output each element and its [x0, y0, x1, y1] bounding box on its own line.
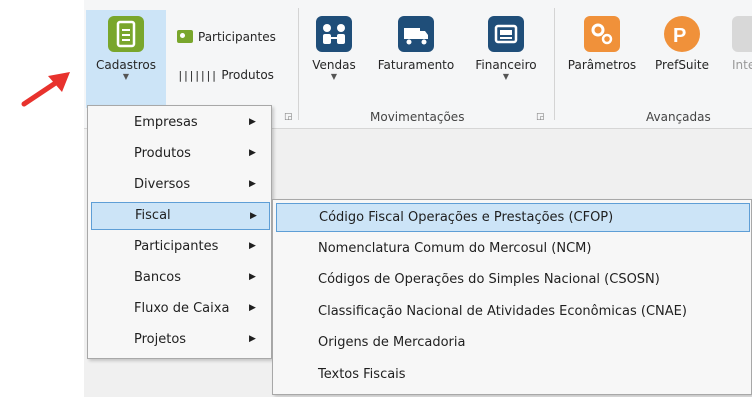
vendas-label: Vendas: [312, 58, 356, 72]
cash-register-icon: [488, 16, 524, 52]
menu-item-fluxo-de-caixa[interactable]: Fluxo de Caixa ▶: [91, 295, 268, 322]
integracao-button[interactable]: Inte: [724, 10, 752, 105]
chevron-down-icon: ▼: [502, 72, 510, 81]
parametros-label: Parâmetros: [567, 58, 637, 72]
submenu-item-label: Código Fiscal Operações e Prestações (CF…: [319, 210, 614, 225]
parametros-button[interactable]: Parâmetros: [562, 10, 642, 105]
menu-item-label: Fiscal: [135, 208, 171, 223]
submenu-item-ncm[interactable]: Nomenclatura Comum do Mercosul (NCM): [276, 235, 748, 263]
submenu-item-cnae[interactable]: Classificação Nacional de Atividades Eco…: [276, 298, 748, 326]
faturamento-button[interactable]: Faturamento: [370, 10, 462, 105]
menu-item-diversos[interactable]: Diversos ▶: [91, 171, 268, 198]
group-label-movimentacoes: Movimentações: [370, 110, 465, 124]
chevron-right-icon: ▶: [249, 179, 256, 189]
chevron-right-icon: ▶: [249, 117, 256, 127]
menu-item-bancos[interactable]: Bancos ▶: [91, 264, 268, 291]
people-exchange-icon: [316, 16, 352, 52]
dialog-launcher-icon[interactable]: ◲: [536, 112, 545, 122]
menu-item-label: Participantes: [134, 239, 219, 254]
chevron-right-icon: ▶: [249, 272, 256, 282]
financeiro-button[interactable]: Financeiro ▼: [468, 10, 544, 105]
menu-item-label: Bancos: [134, 270, 181, 285]
menu-item-fiscal[interactable]: Fiscal ▶: [91, 202, 270, 230]
submenu-item-cfop[interactable]: Código Fiscal Operações e Prestações (CF…: [276, 203, 750, 232]
menu-item-label: Projetos: [134, 332, 187, 347]
produtos-label: Produtos: [221, 68, 274, 82]
submenu-item-csosn[interactable]: Códigos de Operações do Simples Nacional…: [276, 266, 748, 294]
separator: [554, 8, 555, 120]
faturamento-label: Faturamento: [377, 58, 455, 72]
menu-item-label: Diversos: [134, 177, 191, 192]
prefsuite-button[interactable]: P PrefSuite: [647, 10, 717, 105]
submenu-item-label: Códigos de Operações do Simples Nacional…: [318, 272, 660, 287]
delivery-truck-icon: [398, 16, 434, 52]
contact-card-icon: [177, 30, 193, 43]
participantes-button[interactable]: Participantes: [177, 30, 276, 44]
cadastros-label: Cadastros: [96, 58, 156, 72]
barcode-icon: |||||||: [177, 69, 217, 82]
separator: [298, 8, 299, 120]
submenu-item-label: Textos Fiscais: [318, 367, 406, 382]
submenu-item-textos-fiscais[interactable]: Textos Fiscais: [276, 361, 748, 389]
menu-item-produtos[interactable]: Produtos ▶: [91, 140, 268, 167]
fiscal-submenu: Código Fiscal Operações e Prestações (CF…: [272, 199, 752, 395]
svg-text:P: P: [673, 25, 686, 47]
integracao-label: Inte: [732, 58, 752, 72]
menu-item-label: Empresas: [134, 115, 198, 130]
cadastros-menu: Empresas ▶ Produtos ▶ Diversos ▶ Fiscal ▶ Pa…: [87, 105, 272, 359]
cadastros-button[interactable]: Cadastros ▼: [86, 10, 166, 108]
chevron-right-icon: ▶: [249, 303, 256, 313]
menu-item-participantes[interactable]: Participantes ▶: [91, 233, 268, 260]
submenu-item-label: Origens de Mercadoria: [318, 335, 466, 350]
red-arrow-icon: [21, 72, 70, 107]
chevron-down-icon: ▼: [122, 72, 130, 81]
prefsuite-logo-icon: P: [664, 16, 700, 52]
menu-item-label: Produtos: [134, 146, 191, 161]
submenu-item-label: Classificação Nacional de Atividades Eco…: [318, 304, 687, 319]
vendas-button[interactable]: Vendas ▼: [306, 10, 362, 105]
participantes-label: Participantes: [198, 30, 276, 44]
menu-item-empresas[interactable]: Empresas ▶: [91, 109, 268, 136]
menu-item-projetos[interactable]: Projetos ▶: [91, 326, 268, 353]
chevron-right-icon: ▶: [250, 211, 257, 221]
chevron-right-icon: ▶: [249, 241, 256, 251]
settings-gears-icon: [584, 16, 620, 52]
group-label-avancadas: Avançadas: [646, 110, 711, 124]
prefsuite-label: PrefSuite: [655, 58, 709, 72]
menu-item-label: Fluxo de Caixa: [134, 301, 230, 316]
chevron-down-icon: ▼: [330, 72, 338, 81]
document-list-icon: [108, 16, 144, 52]
submenu-item-label: Nomenclatura Comum do Mercosul (NCM): [318, 241, 592, 256]
chevron-right-icon: ▶: [249, 334, 256, 344]
dialog-launcher-icon[interactable]: ◲: [284, 112, 293, 122]
produtos-button[interactable]: ||||||| Produtos: [177, 68, 274, 82]
chevron-right-icon: ▶: [249, 148, 256, 158]
submenu-item-origens-de-mercadoria[interactable]: Origens de Mercadoria: [276, 329, 748, 357]
integration-icon: [732, 16, 752, 52]
financeiro-label: Financeiro: [475, 58, 537, 72]
